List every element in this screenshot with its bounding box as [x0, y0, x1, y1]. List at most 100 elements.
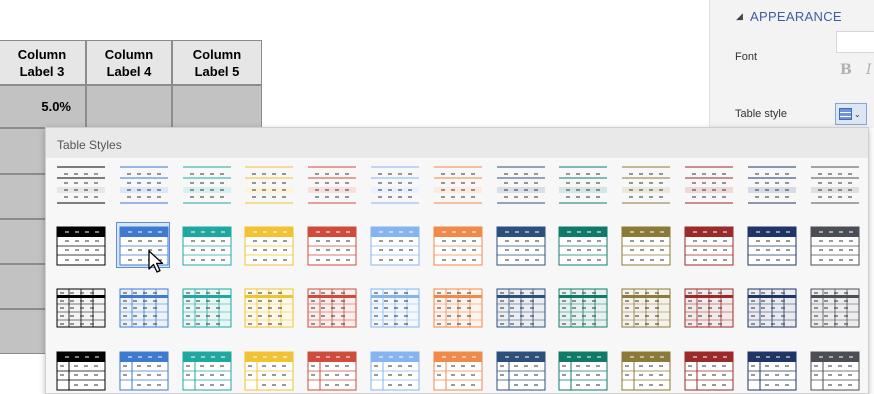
table-style-preview-icon: [370, 288, 420, 328]
table-style-preview-icon: [558, 288, 608, 328]
table-style-preview-icon: [244, 288, 294, 328]
table-style-swatch[interactable]: [305, 223, 357, 267]
table-style-preview-icon: [56, 288, 106, 328]
table-style-swatch[interactable]: [368, 285, 420, 329]
table-style-preview-icon: [56, 351, 106, 391]
table-style-swatch[interactable]: [619, 348, 671, 392]
table-style-swatch[interactable]: [682, 348, 734, 392]
table-style-preview-icon: [747, 226, 797, 266]
table-style-swatch[interactable]: [556, 163, 608, 207]
table-style-swatch[interactable]: [556, 285, 608, 329]
table-style-grid: [46, 128, 868, 393]
table-style-swatch[interactable]: [494, 285, 546, 329]
table-style-preview-icon: [244, 351, 294, 391]
column-header[interactable]: Column Label 5: [172, 40, 262, 85]
table-style-preview-icon: [433, 226, 483, 266]
table-style-preview-icon: [810, 351, 860, 391]
table-style-preview-icon: [119, 351, 169, 391]
table-style-swatch[interactable]: [745, 223, 797, 267]
font-input[interactable]: [836, 31, 874, 53]
table-style-preview-icon: [56, 226, 106, 266]
table-style-swatch[interactable]: [242, 163, 294, 207]
table-style-swatch[interactable]: [494, 223, 546, 267]
italic-button[interactable]: I: [866, 62, 872, 78]
table-style-swatch[interactable]: [117, 285, 169, 329]
table-style-swatch[interactable]: [745, 348, 797, 392]
bold-button[interactable]: B: [840, 62, 852, 78]
table-style-preview-icon: [621, 351, 671, 391]
table-style-swatch[interactable]: [808, 285, 860, 329]
table-style-dropdown[interactable]: ⌄: [835, 103, 867, 125]
table-style-swatch[interactable]: [180, 223, 232, 267]
table-style-preview-icon: [747, 288, 797, 328]
table-style-preview-icon: [182, 351, 232, 391]
table-style-swatch[interactable]: [54, 223, 106, 267]
table-style-swatch[interactable]: [242, 223, 294, 267]
table-style-preview-icon: [182, 226, 232, 266]
table-styles-popup: Table Styles: [45, 127, 869, 394]
table-style-preview-icon: [558, 226, 608, 266]
table-style-swatch[interactable]: [305, 163, 357, 207]
table-style-swatch[interactable]: [242, 348, 294, 392]
table-style-preview-icon: [434, 166, 482, 204]
table-style-preview-icon: [811, 166, 859, 204]
table-style-swatch[interactable]: [682, 163, 734, 207]
table-style-swatch[interactable]: [368, 348, 420, 392]
table-style-swatch[interactable]: [682, 223, 734, 267]
table-style-swatch[interactable]: [431, 163, 483, 207]
table-style-swatch[interactable]: [117, 163, 169, 207]
table-style-swatch[interactable]: [242, 285, 294, 329]
table-style-preview-icon: [685, 166, 733, 204]
column-header[interactable]: Column Label 4: [86, 40, 172, 85]
table-style-preview-icon: [245, 166, 293, 204]
table-style-label: Table style: [735, 108, 787, 120]
table-style-swatch[interactable]: [619, 285, 671, 329]
table-style-swatch[interactable]: [180, 163, 232, 207]
table-style-swatch[interactable]: [808, 223, 860, 267]
table-style-preview-icon: [496, 226, 546, 266]
table-style-preview-icon: [307, 351, 357, 391]
table-style-swatch[interactable]: [431, 285, 483, 329]
table-style-swatch[interactable]: [305, 285, 357, 329]
table-style-swatch[interactable]: [54, 285, 106, 329]
table-style-swatch[interactable]: [619, 223, 671, 267]
collapse-caret-icon[interactable]: ◢: [736, 11, 743, 22]
table-style-swatch[interactable]: [494, 163, 546, 207]
table-style-preview-icon: [748, 166, 796, 204]
table-cell[interactable]: [86, 85, 172, 128]
table-style-swatch[interactable]: [494, 348, 546, 392]
table-style-swatch[interactable]: [431, 348, 483, 392]
table-style-swatch[interactable]: [180, 285, 232, 329]
table-style-swatch[interactable]: [745, 163, 797, 207]
table-style-swatch[interactable]: [808, 348, 860, 392]
table-style-swatch[interactable]: [368, 163, 420, 207]
table-cell[interactable]: 5.0%: [0, 85, 86, 128]
table-cell[interactable]: [172, 85, 262, 128]
table-style-swatch[interactable]: [54, 348, 106, 392]
table-style-preview-icon: [183, 166, 231, 204]
table-style-preview-icon: [684, 226, 734, 266]
table-style-swatch[interactable]: [556, 223, 608, 267]
table-style-swatch[interactable]: [431, 223, 483, 267]
column-header[interactable]: Column Label 3: [0, 40, 86, 85]
table-style-preview-icon: [496, 288, 546, 328]
table-style-swatch[interactable]: [305, 348, 357, 392]
table-style-swatch[interactable]: [54, 163, 106, 207]
table-style-preview-icon: [307, 288, 357, 328]
table-style-preview-icon: [559, 166, 607, 204]
table-style-preview-icon: [57, 166, 105, 204]
table-style-swatch[interactable]: [682, 285, 734, 329]
mouse-cursor-icon: [148, 250, 164, 273]
table-style-swatch[interactable]: [808, 163, 860, 207]
appearance-section-title[interactable]: APPEARANCE: [750, 9, 842, 24]
table-style-preview-icon: [497, 166, 545, 204]
appearance-panel: ◢ APPEARANCE Font B I Table style ⌄: [709, 0, 874, 128]
table-style-swatch[interactable]: [180, 348, 232, 392]
table-style-swatch[interactable]: [745, 285, 797, 329]
table-style-preview-icon: [621, 226, 671, 266]
table-style-swatch[interactable]: [556, 348, 608, 392]
table-style-swatch[interactable]: [117, 348, 169, 392]
table-style-swatch[interactable]: [368, 223, 420, 267]
table-style-preview-icon: [496, 351, 546, 391]
table-style-swatch[interactable]: [619, 163, 671, 207]
